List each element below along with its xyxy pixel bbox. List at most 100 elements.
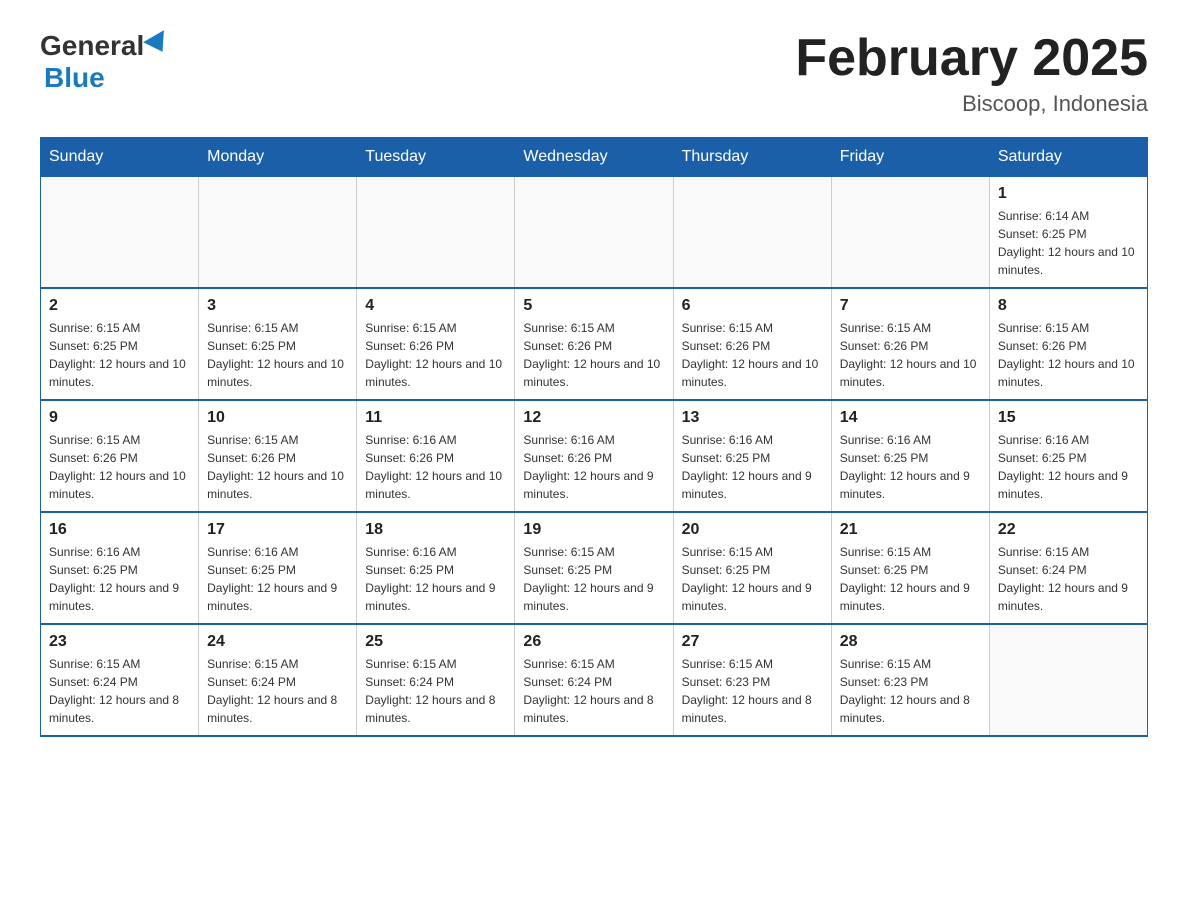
day-number: 27 [682,633,823,651]
day-number: 13 [682,409,823,427]
day-number: 26 [523,633,664,651]
day-number: 25 [365,633,506,651]
calendar-cell: 26 Sunrise: 6:15 AM Sunset: 6:24 PM Dayli… [515,624,673,736]
day-info: Sunrise: 6:15 AM Sunset: 6:26 PM Dayligh… [365,319,506,391]
day-number: 6 [682,297,823,315]
day-number: 3 [207,297,348,315]
day-number: 24 [207,633,348,651]
day-info: Sunrise: 6:15 AM Sunset: 6:25 PM Dayligh… [207,319,348,391]
week-row-1: 1 Sunrise: 6:14 AM Sunset: 6:25 PM Daylig… [41,177,1148,289]
calendar-cell: 1 Sunrise: 6:14 AM Sunset: 6:25 PM Daylig… [989,177,1147,289]
day-number: 8 [998,297,1139,315]
day-number: 4 [365,297,506,315]
calendar-title: February 2025 [795,30,1148,87]
day-number: 21 [840,521,981,539]
logo: General Blue [40,30,170,94]
logo-blue: Blue [44,62,105,93]
logo-text: General [40,30,170,62]
calendar-cell: 21 Sunrise: 6:15 AM Sunset: 6:25 PM Dayli… [831,512,989,624]
day-info: Sunrise: 6:15 AM Sunset: 6:26 PM Dayligh… [49,431,190,503]
title-area: February 2025 Biscoop, Indonesia [795,30,1148,117]
calendar-cell: 3 Sunrise: 6:15 AM Sunset: 6:25 PM Daylig… [199,288,357,400]
calendar-cell: 6 Sunrise: 6:15 AM Sunset: 6:26 PM Daylig… [673,288,831,400]
calendar-cell: 18 Sunrise: 6:16 AM Sunset: 6:25 PM Dayli… [357,512,515,624]
day-info: Sunrise: 6:16 AM Sunset: 6:25 PM Dayligh… [840,431,981,503]
day-number: 22 [998,521,1139,539]
calendar-cell: 12 Sunrise: 6:16 AM Sunset: 6:26 PM Dayli… [515,400,673,512]
day-number: 9 [49,409,190,427]
day-info: Sunrise: 6:15 AM Sunset: 6:24 PM Dayligh… [523,655,664,727]
calendar-cell: 10 Sunrise: 6:15 AM Sunset: 6:26 PM Dayli… [199,400,357,512]
calendar-cell: 13 Sunrise: 6:16 AM Sunset: 6:25 PM Dayli… [673,400,831,512]
day-number: 12 [523,409,664,427]
day-info: Sunrise: 6:15 AM Sunset: 6:26 PM Dayligh… [207,431,348,503]
day-number: 28 [840,633,981,651]
day-info: Sunrise: 6:15 AM Sunset: 6:24 PM Dayligh… [49,655,190,727]
day-number: 15 [998,409,1139,427]
calendar-cell: 19 Sunrise: 6:15 AM Sunset: 6:25 PM Dayli… [515,512,673,624]
day-number: 19 [523,521,664,539]
day-info: Sunrise: 6:16 AM Sunset: 6:26 PM Dayligh… [523,431,664,503]
calendar-cell: 8 Sunrise: 6:15 AM Sunset: 6:26 PM Daylig… [989,288,1147,400]
calendar-cell [515,177,673,289]
week-row-3: 9 Sunrise: 6:15 AM Sunset: 6:26 PM Daylig… [41,400,1148,512]
day-info: Sunrise: 6:16 AM Sunset: 6:25 PM Dayligh… [365,543,506,615]
day-number: 7 [840,297,981,315]
calendar-cell [989,624,1147,736]
calendar-cell [831,177,989,289]
logo-triangle-icon [143,30,173,58]
weekday-header-saturday: Saturday [989,138,1147,177]
calendar-cell [357,177,515,289]
calendar-cell: 22Sunrise: 6:15 AM Sunset: 6:24 PM Dayli… [989,512,1147,624]
day-number: 18 [365,521,506,539]
day-info: Sunrise: 6:15 AM Sunset: 6:25 PM Dayligh… [49,319,190,391]
day-info: Sunrise: 6:15 AM Sunset: 6:25 PM Dayligh… [523,543,664,615]
calendar-cell: 20Sunrise: 6:15 AM Sunset: 6:25 PM Dayli… [673,512,831,624]
weekday-header-sunday: Sunday [41,138,199,177]
weekday-header-row: SundayMondayTuesdayWednesdayThursdayFrid… [41,138,1148,177]
calendar-cell [673,177,831,289]
day-number: 17 [207,521,348,539]
day-info: Sunrise: 6:15 AM Sunset: 6:26 PM Dayligh… [682,319,823,391]
day-info: Sunrise: 6:15 AM Sunset: 6:25 PM Dayligh… [840,543,981,615]
calendar-cell: 27 Sunrise: 6:15 AM Sunset: 6:23 PM Dayli… [673,624,831,736]
logo-general: General [40,30,144,62]
weekday-header-monday: Monday [199,138,357,177]
calendar-cell: 2 Sunrise: 6:15 AM Sunset: 6:25 PM Daylig… [41,288,199,400]
weekday-header-tuesday: Tuesday [357,138,515,177]
day-number: 14 [840,409,981,427]
day-info: Sunrise: 6:15 AM Sunset: 6:25 PM Dayligh… [682,543,823,615]
calendar-subtitle: Biscoop, Indonesia [795,91,1148,117]
day-info: Sunrise: 6:16 AM Sunset: 6:25 PM Dayligh… [998,431,1139,503]
calendar-cell: 24 Sunrise: 6:15 AM Sunset: 6:24 PM Dayli… [199,624,357,736]
calendar-cell: 4 Sunrise: 6:15 AM Sunset: 6:26 PM Daylig… [357,288,515,400]
week-row-4: 16 Sunrise: 6:16 AM Sunset: 6:25 PM Dayli… [41,512,1148,624]
week-row-2: 2 Sunrise: 6:15 AM Sunset: 6:25 PM Daylig… [41,288,1148,400]
day-number: 16 [49,521,190,539]
day-info: Sunrise: 6:15 AM Sunset: 6:23 PM Dayligh… [682,655,823,727]
calendar-cell: 16Sunrise: 6:16 AM Sunset: 6:25 PM Dayli… [41,512,199,624]
day-number: 10 [207,409,348,427]
day-number: 1 [998,185,1139,203]
day-info: Sunrise: 6:15 AM Sunset: 6:24 PM Dayligh… [207,655,348,727]
week-row-5: 23 Sunrise: 6:15 AM Sunset: 6:24 PM Dayli… [41,624,1148,736]
day-info: Sunrise: 6:16 AM Sunset: 6:26 PM Dayligh… [365,431,506,503]
calendar-cell [41,177,199,289]
calendar-cell: 11Sunrise: 6:16 AM Sunset: 6:26 PM Dayli… [357,400,515,512]
weekday-header-friday: Friday [831,138,989,177]
day-info: Sunrise: 6:16 AM Sunset: 6:25 PM Dayligh… [207,543,348,615]
weekday-header-thursday: Thursday [673,138,831,177]
calendar-cell: 9 Sunrise: 6:15 AM Sunset: 6:26 PM Daylig… [41,400,199,512]
calendar-cell: 14 Sunrise: 6:16 AM Sunset: 6:25 PM Dayli… [831,400,989,512]
calendar-cell: 17 Sunrise: 6:16 AM Sunset: 6:25 PM Dayli… [199,512,357,624]
day-number: 23 [49,633,190,651]
day-info: Sunrise: 6:15 AM Sunset: 6:26 PM Dayligh… [998,319,1139,391]
calendar-cell: 23 Sunrise: 6:15 AM Sunset: 6:24 PM Dayli… [41,624,199,736]
day-number: 2 [49,297,190,315]
day-info: Sunrise: 6:14 AM Sunset: 6:25 PM Dayligh… [998,207,1139,279]
page-header: General Blue February 2025 Biscoop, Indo… [40,30,1148,117]
calendar-cell [199,177,357,289]
day-number: 5 [523,297,664,315]
day-info: Sunrise: 6:16 AM Sunset: 6:25 PM Dayligh… [682,431,823,503]
calendar-table: SundayMondayTuesdayWednesdayThursdayFrid… [40,137,1148,737]
